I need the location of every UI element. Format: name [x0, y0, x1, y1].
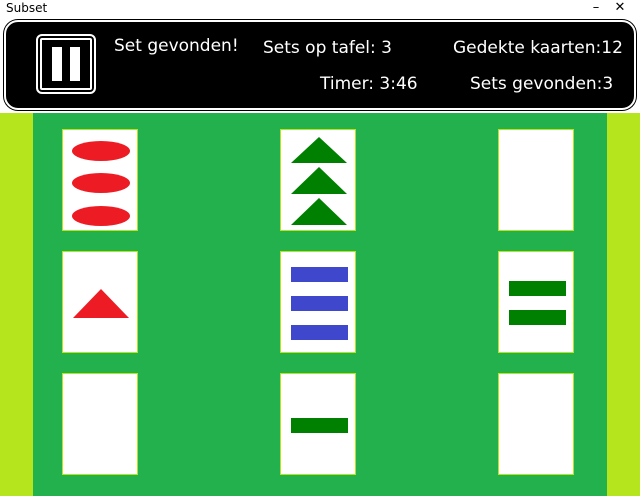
rectangle-symbol	[291, 296, 348, 311]
covered-cards-label: Gedekte kaarten:12	[453, 38, 623, 58]
rectangle-symbol	[291, 267, 348, 282]
rectangle-symbol	[291, 325, 348, 340]
card-symbols	[291, 418, 348, 433]
card-symbols	[509, 281, 566, 325]
oval-symbol	[72, 141, 130, 161]
triangle-symbol	[73, 289, 129, 318]
title-bar: Subset – ✕	[0, 0, 640, 18]
pause-button[interactable]	[36, 34, 96, 94]
card[interactable]	[62, 373, 138, 475]
oval-symbol	[72, 173, 130, 193]
sets-found-label: Sets gevonden:3	[470, 74, 614, 94]
rectangle-symbol	[291, 418, 348, 433]
hud-panel: Set gevonden! Sets op tafel: 3 Gedekte k…	[4, 20, 636, 110]
card[interactable]	[498, 373, 574, 475]
card[interactable]	[280, 251, 356, 353]
card-symbols	[73, 289, 129, 318]
rectangle-symbol	[509, 281, 566, 296]
rectangle-symbol	[509, 310, 566, 325]
top-bar: Set gevonden! Sets op tafel: 3 Gedekte k…	[0, 17, 640, 113]
pause-icon	[52, 47, 62, 81]
sets-on-table-label: Sets op tafel: 3	[263, 38, 392, 58]
card-symbols	[291, 137, 347, 225]
window-title: Subset	[6, 1, 48, 15]
oval-symbol	[72, 206, 130, 226]
pause-icon	[70, 47, 80, 81]
card-symbols	[291, 267, 348, 340]
card[interactable]	[280, 373, 356, 475]
card[interactable]	[498, 129, 574, 231]
triangle-symbol	[291, 167, 347, 194]
card[interactable]	[62, 251, 138, 353]
card[interactable]	[280, 129, 356, 231]
card[interactable]	[62, 129, 138, 231]
status-message: Set gevonden!	[114, 36, 239, 56]
card[interactable]	[498, 251, 574, 353]
close-button[interactable]: ✕	[606, 0, 634, 17]
timer-label: Timer: 3:46	[320, 74, 418, 94]
triangle-symbol	[291, 137, 347, 163]
triangle-symbol	[291, 198, 347, 225]
card-symbols	[72, 141, 130, 226]
